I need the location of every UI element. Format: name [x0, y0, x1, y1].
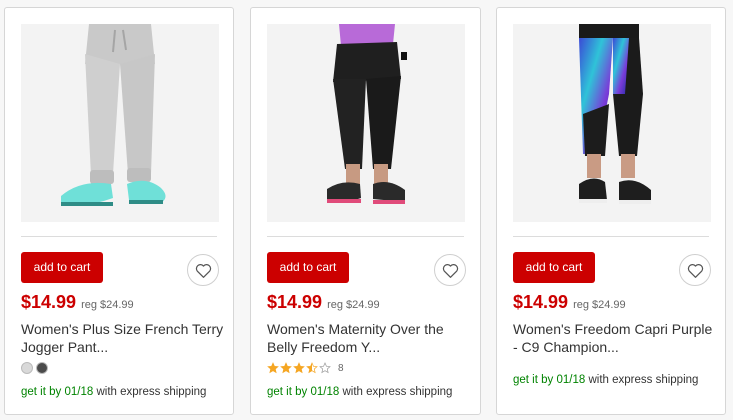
star-rating[interactable]: 8 — [267, 362, 344, 374]
product-title-link[interactable]: Women's Freedom Capri Purple - C9 Champi… — [513, 321, 712, 355]
shipping-info: get it by 01/18 with express shipping — [21, 386, 206, 398]
regular-price: reg $24.99 — [327, 299, 380, 311]
star-icon — [267, 362, 279, 374]
product-card: add to cart $14.99 reg $24.99 Women's Pl… — [4, 7, 234, 415]
shipping-date: 01/18 — [64, 386, 94, 398]
shipping-info: get it by 01/18 with express shipping — [267, 386, 452, 398]
color-swatches — [21, 362, 48, 374]
sale-price: $14.99 — [21, 292, 77, 312]
shipping-prefix: get it by — [513, 374, 554, 386]
shipping-date: 01/18 — [556, 374, 586, 386]
price-row: $14.99 reg $24.99 — [267, 292, 380, 313]
divider — [21, 236, 217, 237]
add-to-cart-button[interactable]: add to cart — [21, 252, 103, 283]
star-icon — [293, 362, 305, 374]
favorite-button[interactable] — [679, 254, 711, 286]
divider — [267, 236, 464, 237]
sale-price: $14.99 — [267, 292, 323, 312]
add-to-cart-button[interactable]: add to cart — [513, 252, 595, 283]
add-to-cart-button[interactable]: add to cart — [267, 252, 349, 283]
rating-count: 8 — [338, 362, 344, 374]
product-title[interactable]: Women's Freedom Capri Purple - C9 Champi… — [513, 320, 718, 356]
product-card: add to cart $14.99 reg $24.99 Women's Ma… — [250, 7, 481, 415]
heart-outline-icon — [195, 263, 211, 278]
shipping-suffix: with express shipping — [588, 374, 699, 386]
color-swatch[interactable] — [21, 362, 33, 374]
product-image[interactable] — [21, 24, 219, 222]
star-icon — [306, 362, 318, 374]
sale-price: $14.99 — [513, 292, 569, 312]
shipping-info: get it by 01/18 with express shipping — [513, 374, 698, 386]
color-swatch[interactable] — [36, 362, 48, 374]
product-title-link[interactable]: Women's Plus Size French Terry Jogger Pa… — [21, 321, 223, 355]
product-image[interactable] — [267, 24, 465, 222]
heart-outline-icon — [687, 263, 703, 278]
shipping-prefix: get it by — [267, 386, 308, 398]
product-title-link[interactable]: Women's Maternity Over the Belly Freedom… — [267, 321, 444, 355]
shipping-date: 01/18 — [310, 386, 340, 398]
price-row: $14.99 reg $24.99 — [513, 292, 626, 313]
product-card: add to cart $14.99 reg $24.99 Women's Fr… — [496, 7, 726, 415]
product-title[interactable]: Women's Plus Size French Terry Jogger Pa… — [21, 320, 226, 356]
shipping-suffix: with express shipping — [96, 386, 207, 398]
favorite-button[interactable] — [187, 254, 219, 286]
product-grid: add to cart $14.99 reg $24.99 Women's Pl… — [0, 0, 733, 420]
product-title[interactable]: Women's Maternity Over the Belly Freedom… — [267, 320, 472, 356]
star-icon — [280, 362, 292, 374]
product-image[interactable] — [513, 24, 711, 222]
price-row: $14.99 reg $24.99 — [21, 292, 134, 313]
favorite-button[interactable] — [434, 254, 466, 286]
shipping-suffix: with express shipping — [342, 386, 453, 398]
regular-price: reg $24.99 — [573, 299, 626, 311]
regular-price: reg $24.99 — [81, 299, 134, 311]
heart-outline-icon — [442, 263, 458, 278]
star-icon — [319, 362, 331, 374]
divider — [513, 236, 709, 237]
shipping-prefix: get it by — [21, 386, 62, 398]
